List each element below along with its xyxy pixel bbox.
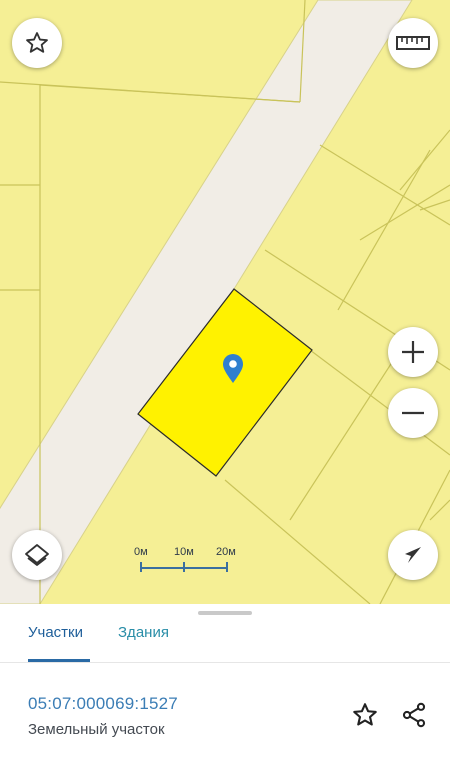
scale-tick	[226, 562, 228, 572]
scale-tick	[183, 562, 185, 572]
scale-tick	[140, 562, 142, 572]
scale-label-10: 10м	[174, 546, 194, 558]
bottom-sheet: Участки Здания 05:07:000069:1527 Земельн…	[0, 604, 450, 767]
tab-parcels[interactable]: Участки	[28, 624, 83, 653]
active-tab-indicator	[28, 659, 90, 662]
ruler-button[interactable]	[388, 18, 438, 68]
sheet-drag-handle[interactable]	[198, 611, 252, 615]
zoom-in-button[interactable]	[388, 327, 438, 377]
scale-label-20: 20м	[216, 546, 236, 558]
scale-bar: 0м 10м 20м	[134, 546, 244, 576]
locate-button[interactable]	[388, 530, 438, 580]
star-outline-icon	[353, 703, 377, 726]
layers-button[interactable]	[12, 530, 62, 580]
scale-label-0: 0м	[134, 546, 148, 558]
plus-icon	[402, 341, 424, 363]
ruler-icon	[396, 36, 430, 50]
cadastral-number[interactable]: 05:07:000069:1527	[28, 694, 178, 714]
add-favorite-button[interactable]	[348, 698, 382, 732]
share-button[interactable]	[397, 698, 431, 732]
star-outline-icon	[26, 32, 48, 53]
map-view[interactable]: 0м 10м 20м	[0, 0, 450, 604]
navigation-arrow-icon	[405, 547, 421, 563]
favorite-button[interactable]	[12, 18, 62, 68]
object-type: Земельный участок	[28, 721, 165, 738]
share-icon	[402, 702, 426, 728]
tab-buildings[interactable]: Здания	[118, 624, 169, 653]
tab-bar: Участки Здания	[0, 618, 450, 663]
zoom-out-button[interactable]	[388, 388, 438, 438]
map-canvas[interactable]	[0, 0, 450, 604]
minus-icon	[402, 411, 424, 415]
layers-icon	[25, 544, 49, 566]
